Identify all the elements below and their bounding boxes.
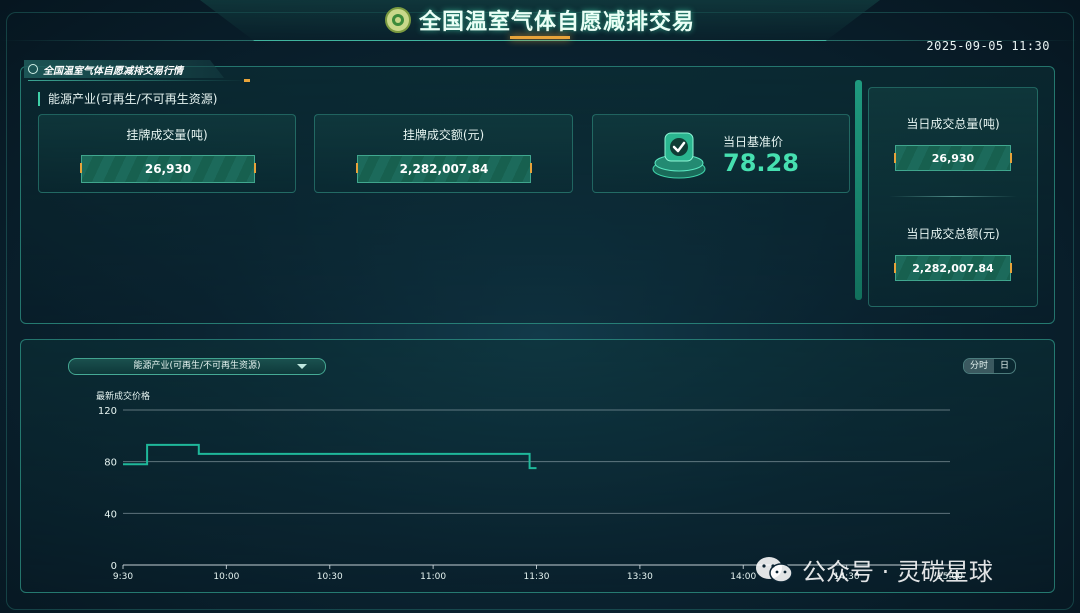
- y-tick-label: 120: [98, 406, 117, 417]
- price-line-chart: 0 40 80 120 9:30 10:00 10:30 11:00 11:30 13:30 14:…: [98, 406, 963, 582]
- x-tick-label: 11:00: [420, 572, 446, 582]
- x-tick-label: 10:30: [317, 572, 343, 582]
- x-tick-label: 11:30: [524, 572, 550, 582]
- y-tick-label: 40: [104, 509, 117, 520]
- watermark: 公众号 · 灵碳星球: [754, 552, 993, 587]
- x-tick-label: 14:00: [730, 572, 756, 582]
- wechat-icon: [756, 556, 793, 583]
- x-tick-label: 9:30: [113, 572, 133, 582]
- x-tick-label: 10:00: [213, 572, 239, 582]
- y-tick-label: 80: [104, 458, 117, 469]
- y-tick-label: 0: [111, 561, 117, 572]
- price-series-line: [123, 443, 537, 470]
- x-tick-label: 13:30: [627, 572, 653, 582]
- watermark-text: 公众号 · 灵碳星球: [802, 558, 993, 586]
